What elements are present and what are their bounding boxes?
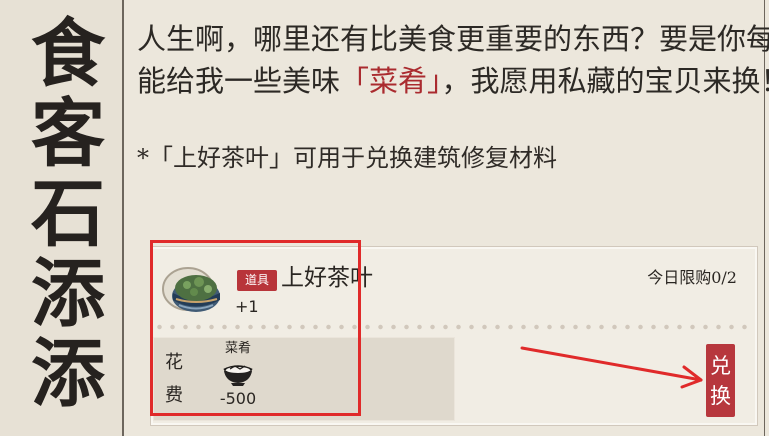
title-char: 添	[31, 331, 105, 417]
cost-label-char: 花	[165, 352, 183, 373]
dotted-divider	[153, 324, 755, 330]
cost-label: 花 费	[160, 346, 188, 412]
item-amount: +1	[235, 297, 259, 316]
item-type-badge: 道具	[237, 270, 277, 291]
dialogue-line-2-end: ，我愿用私藏的宝贝来换！	[441, 64, 769, 98]
vertical-title: 食 客 石 添 添	[25, 14, 111, 414]
daily-limit: 今日限购0/2	[647, 268, 737, 287]
title-panel: 食 客 石 添 添	[0, 0, 122, 436]
dialogue-text: 人生啊，哪里还有比美食更重要的东西？要是你每日 能给我一些美味「菜肴」，我愿用私…	[137, 18, 769, 102]
tea-leaves-icon	[162, 267, 220, 312]
cost-value: -500	[219, 389, 257, 408]
title-char: 石	[31, 171, 105, 257]
exchange-note: *「上好茶叶」可用于兑换建筑修复材料	[137, 144, 557, 172]
item-name: 上好茶叶	[281, 265, 373, 291]
dish-bowl-icon	[223, 365, 253, 386]
cost-item: 菜肴 -500	[208, 341, 268, 409]
dialogue-line-1: 人生啊，哪里还有比美食更重要的东西？要是你每日	[137, 22, 769, 56]
cost-label-char: 费	[165, 385, 183, 406]
dialogue-line-2: 能给我一些美味「菜肴」，我愿用私藏的宝贝来换！	[137, 60, 769, 102]
item-header: 道具 上好茶叶 +1 今日限购0/2	[153, 249, 755, 322]
cost-panel: 花 费 菜肴 -500	[153, 337, 455, 421]
dialogue-line-2-start: 能给我一些美味	[137, 64, 341, 98]
title-char: 添	[31, 251, 105, 337]
dish-highlight-text: 「菜肴」	[340, 64, 442, 98]
title-char: 客	[31, 91, 105, 177]
shop-item-card: 道具 上好茶叶 +1 今日限购0/2 花 费 菜肴 -500 兑 换	[151, 247, 757, 425]
cost-item-name: 菜肴	[224, 341, 251, 356]
title-char: 食	[31, 11, 105, 97]
title-divider-line	[122, 0, 124, 436]
arrow-icon	[520, 346, 703, 389]
